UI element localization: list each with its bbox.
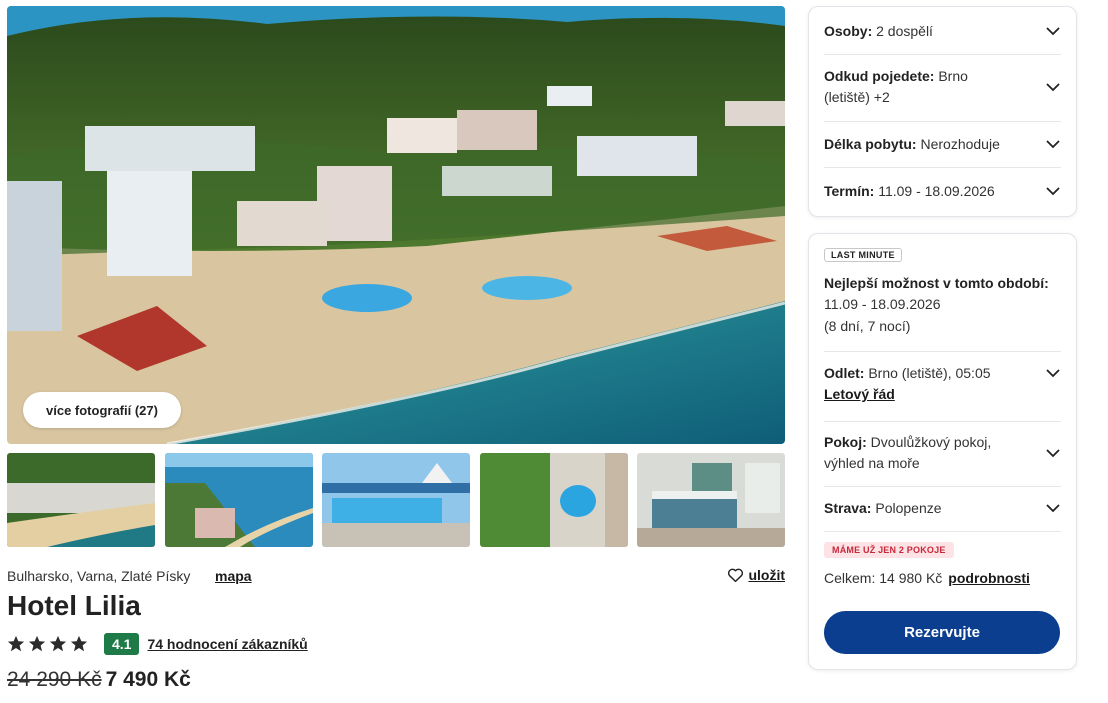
star-rating bbox=[7, 635, 88, 653]
chevron-down-icon bbox=[1046, 187, 1060, 196]
filter-stay-length[interactable]: Délka pobytu: Nerozhoduje bbox=[824, 134, 1061, 155]
flight-schedule-link[interactable]: Letový řád bbox=[824, 386, 895, 402]
hotel-name: Hotel Lilia bbox=[7, 590, 141, 621]
divider bbox=[824, 54, 1061, 55]
reviews-link[interactable]: 74 hodnocení zákazníků bbox=[147, 636, 307, 652]
persons-label: Osoby: bbox=[824, 23, 873, 39]
hero-photo-image bbox=[7, 6, 785, 444]
star-icon bbox=[49, 635, 67, 652]
board-value: Polopenze bbox=[875, 500, 942, 516]
divider bbox=[824, 486, 1061, 487]
save-label: uložit bbox=[748, 567, 785, 583]
score-badge: 4.1 bbox=[104, 633, 140, 655]
chevron-down-icon bbox=[1046, 27, 1060, 36]
offer-board[interactable]: Strava: Polopenze bbox=[824, 498, 1061, 519]
filter-departure[interactable]: Odkud pojedete: Brno (letiště) +2 bbox=[824, 66, 1061, 108]
search-filters-card: Osoby: 2 dospělí Odkud pojedete: Brno (l… bbox=[808, 6, 1077, 217]
heart-icon bbox=[728, 568, 744, 583]
best-option-dates: 11.09 - 18.09.2026 bbox=[824, 296, 941, 312]
term-label: Termín: bbox=[824, 183, 875, 199]
departure-value: Brno bbox=[938, 68, 968, 84]
star-icon bbox=[28, 635, 46, 652]
best-option-title: Nejlepší možnost v tomto období: bbox=[824, 275, 1049, 291]
chevron-down-icon bbox=[1046, 140, 1060, 149]
last-minute-badge: LAST MINUTE bbox=[824, 248, 902, 262]
old-price: 24 290 Kč bbox=[7, 668, 102, 691]
star-icon bbox=[70, 635, 88, 652]
rooms-left-badge: MÁME UŽ JEN 2 POKOJE bbox=[824, 542, 954, 558]
divider bbox=[824, 351, 1061, 352]
chevron-down-icon bbox=[1046, 449, 1060, 458]
offer-flight[interactable]: Odlet: Brno (letiště), 05:05 Letový řád bbox=[824, 363, 1061, 405]
thumbnail-coast[interactable] bbox=[165, 453, 313, 547]
thumbnail-pool-garden[interactable] bbox=[480, 453, 628, 547]
divider bbox=[824, 121, 1061, 122]
reserve-button[interactable]: Rezervujte bbox=[824, 611, 1060, 654]
star-icon bbox=[7, 635, 25, 652]
thumbnail-pool-terrace[interactable] bbox=[322, 453, 470, 547]
length-value: Nerozhoduje bbox=[920, 136, 1000, 152]
chevron-down-icon bbox=[1046, 504, 1060, 513]
chevron-down-icon bbox=[1046, 369, 1060, 378]
flight-label: Odlet: bbox=[824, 365, 865, 381]
hero-photo[interactable]: více fotografií (27) bbox=[7, 6, 785, 444]
offer-room[interactable]: Pokoj: Dvoulůžkový pokoj, výhled na moře bbox=[824, 432, 1061, 474]
save-button[interactable]: uložit bbox=[727, 567, 785, 583]
rating-row: 4.1 74 hodnocení zákazníků bbox=[7, 633, 308, 655]
more-photos-button[interactable]: více fotografií (27) bbox=[23, 392, 181, 428]
chevron-down-icon bbox=[1046, 83, 1060, 92]
departure-value-extra: (letiště) +2 bbox=[824, 89, 890, 105]
flight-value: Brno (letiště), 05:05 bbox=[868, 365, 991, 381]
total-price: Celkem: 14 980 Kč bbox=[824, 570, 943, 586]
thumbnail-hotel-room[interactable] bbox=[637, 453, 785, 547]
room-view: výhled na moře bbox=[824, 455, 920, 471]
details-link[interactable]: podrobnosti bbox=[948, 570, 1030, 586]
thumbnail-strip bbox=[7, 453, 785, 547]
offer-card: LAST MINUTE Nejlepší možnost v tomto obd… bbox=[808, 233, 1077, 670]
divider bbox=[824, 421, 1061, 422]
room-label: Pokoj: bbox=[824, 434, 867, 450]
location-row: Bulharsko, Varna, Zlaté Písky mapa uloži… bbox=[7, 567, 785, 587]
map-link[interactable]: mapa bbox=[215, 568, 252, 584]
room-value: Dvoulůžkový pokoj, bbox=[870, 434, 992, 450]
filter-persons[interactable]: Osoby: 2 dospělí bbox=[824, 21, 1061, 42]
departure-label: Odkud pojedete: bbox=[824, 68, 935, 84]
location-text: Bulharsko, Varna, Zlaté Písky bbox=[7, 568, 191, 584]
term-value: 11.09 - 18.09.2026 bbox=[878, 183, 995, 199]
length-label: Délka pobytu: bbox=[824, 136, 917, 152]
total-price-row: Celkem: 14 980 Kč podrobnosti bbox=[824, 570, 1030, 586]
board-label: Strava: bbox=[824, 500, 872, 516]
current-price: 7 490 Kč bbox=[105, 668, 191, 691]
persons-value: 2 dospělí bbox=[876, 23, 933, 39]
filter-term[interactable]: Termín: 11.09 - 18.09.2026 bbox=[824, 181, 1061, 202]
price-row: 24 290 Kč 7 490 Kč bbox=[7, 668, 191, 692]
divider bbox=[824, 167, 1061, 168]
divider bbox=[824, 531, 1061, 532]
thumbnail-beach-resort[interactable] bbox=[7, 453, 155, 547]
best-option-nights: (8 dní, 7 nocí) bbox=[824, 318, 911, 334]
